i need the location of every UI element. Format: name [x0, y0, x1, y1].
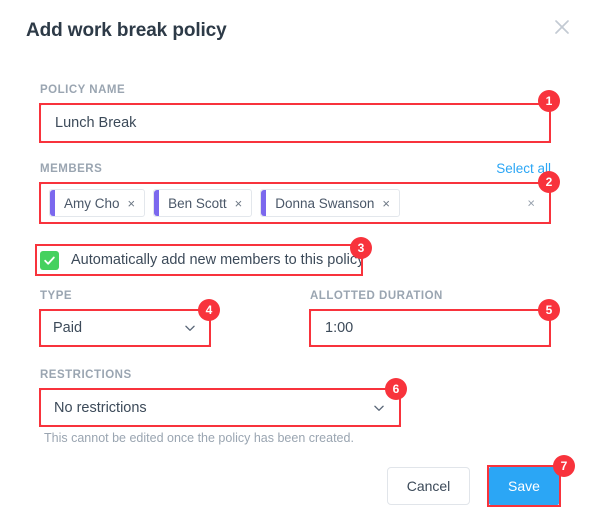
chevron-down-icon	[183, 321, 197, 335]
member-chip-remove-icon[interactable]: ×	[128, 197, 136, 210]
restrictions-label: RESTRICTIONS	[40, 369, 132, 381]
allotted-duration-value: 1:00	[325, 320, 354, 336]
cancel-button[interactable]: Cancel	[387, 467, 470, 505]
dialog-header: Add work break policy	[0, 0, 593, 62]
member-chip-remove-icon[interactable]: ×	[235, 197, 243, 210]
add-work-break-policy-dialog: Add work break policy POLICY NAME Lunch …	[0, 0, 593, 530]
member-chip-remove-icon[interactable]: ×	[382, 197, 390, 210]
type-select[interactable]: Paid	[40, 310, 210, 346]
type-value: Paid	[53, 320, 83, 336]
annotation-badge-5: 5	[538, 299, 560, 321]
member-chip-label: Ben Scott	[168, 195, 227, 211]
annotation-badge-7: 7	[553, 455, 575, 477]
restrictions-select[interactable]: No restrictions	[40, 389, 400, 426]
auto-add-members-row[interactable]: Automatically add new members to this po…	[40, 247, 364, 273]
member-chip[interactable]: Donna Swanson ×	[260, 189, 400, 217]
member-chip-label: Amy Cho	[64, 195, 120, 211]
save-button[interactable]: Save	[489, 467, 559, 505]
policy-name-label: POLICY NAME	[40, 84, 126, 96]
annotation-badge-3: 3	[350, 237, 372, 259]
policy-name-input[interactable]: Lunch Break	[40, 104, 550, 142]
close-icon[interactable]	[550, 15, 574, 39]
annotation-badge-2: 2	[538, 171, 560, 193]
type-label: TYPE	[40, 290, 73, 302]
restrictions-value: No restrictions	[54, 399, 147, 416]
annotation-badge-4: 4	[198, 299, 220, 321]
member-chip-label: Donna Swanson	[275, 195, 375, 211]
members-clear-icon[interactable]: ×	[527, 196, 535, 211]
annotation-badge-1: 1	[538, 90, 560, 112]
chevron-down-icon	[372, 401, 386, 415]
member-chip[interactable]: Ben Scott ×	[153, 189, 253, 217]
page-title: Add work break policy	[26, 20, 227, 41]
restrictions-help-text: This cannot be edited once the policy ha…	[44, 431, 354, 445]
allotted-duration-input[interactable]: 1:00	[310, 310, 550, 346]
member-chip[interactable]: Amy Cho ×	[49, 189, 146, 217]
annotation-badge-6: 6	[385, 378, 407, 400]
auto-add-members-checkbox[interactable]	[40, 250, 59, 270]
members-input[interactable]: Amy Cho × Ben Scott × Donna Swanson × ×	[40, 183, 550, 223]
allotted-duration-label: ALLOTTED DURATION	[310, 290, 443, 302]
auto-add-members-label: Automatically add new members to this po…	[71, 252, 365, 268]
members-label: MEMBERS	[40, 163, 103, 175]
policy-name-value: Lunch Break	[55, 115, 137, 131]
